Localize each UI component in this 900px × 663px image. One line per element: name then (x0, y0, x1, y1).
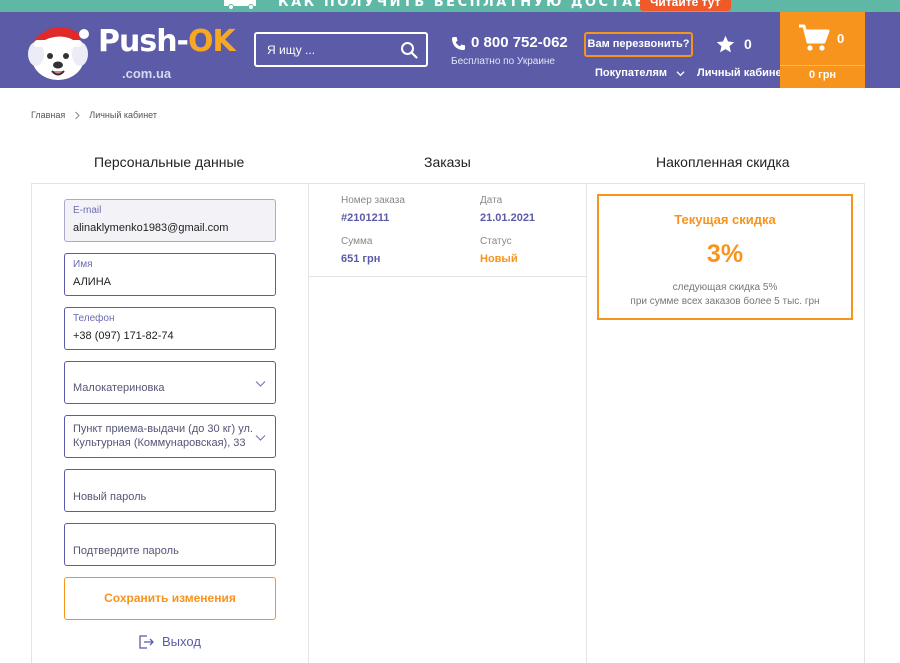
confirm-password-field[interactable]: Подтвердите пароль (64, 523, 276, 566)
chevron-right-icon (74, 111, 80, 120)
favorites-count: 0 (744, 36, 752, 52)
logo-domain: .com.ua (122, 66, 172, 81)
personal-data-title: Персональные данные (94, 154, 245, 170)
email-field[interactable]: E-mail alinaklymenko1983@gmail.com (64, 199, 276, 242)
phone-subtitle: Бесплатно по Украине (451, 56, 555, 67)
name-field[interactable]: Имя АЛИНА (64, 253, 276, 296)
phone-number[interactable]: 0 800 752-062 (471, 34, 568, 51)
discount-condition-text: при сумме всех заказов более 5 тыс. грн (630, 296, 820, 307)
email-label: E-mail (73, 205, 102, 216)
logo[interactable]: Push-OK .com.ua (22, 14, 242, 86)
search-input[interactable] (256, 34, 396, 65)
dog-mascot-icon (28, 26, 89, 80)
cart-icon (799, 24, 830, 51)
chevron-down-icon (255, 381, 266, 387)
delivery-point-select[interactable]: Пункт приема-выдачи (до 30 кг) ул. Культ… (64, 415, 276, 458)
save-changes-button[interactable]: Сохранить изменения (64, 577, 276, 620)
breadcrumb-home[interactable]: Главная (31, 110, 65, 120)
cart-divider (780, 65, 865, 66)
new-password-placeholder: Новый пароль (73, 491, 147, 503)
callback-button[interactable]: Вам перезвонить? (584, 32, 693, 57)
order-divider (309, 276, 586, 277)
order-status: Новый (480, 253, 518, 265)
discount-title: Накопленная скидка (656, 154, 790, 170)
logout-label: Выход (162, 634, 201, 649)
search-box (254, 32, 428, 67)
order-number-label: Номер заказа (341, 195, 405, 206)
site-header: Push-OK .com.ua 0 800 752-062 Бесплатно … (0, 12, 900, 88)
name-value: АЛИНА (73, 276, 111, 288)
column-divider (586, 183, 587, 663)
order-date-label: Дата (480, 195, 503, 206)
truck-icon (224, 0, 256, 10)
confirm-password-placeholder: Подтвердите пароль (73, 545, 179, 557)
cart-count: 0 (837, 31, 845, 46)
delivery-point-value: Пункт приема-выдачи (до 30 кг) ул. Культ… (73, 423, 253, 449)
phone-field[interactable]: Телефон +38 (097) 171-82-74 (64, 307, 276, 350)
phone-value: +38 (097) 171-82-74 (73, 330, 174, 342)
order-sum: 651 грн (341, 253, 381, 265)
discount-card: Текущая скидка 3% следующая скидка 5% пр… (597, 194, 853, 320)
search-icon[interactable] (400, 41, 418, 59)
chevron-down-icon (676, 70, 685, 76)
order-sum-label: Сумма (341, 236, 373, 247)
cabinet-link[interactable]: Личный кабинет (697, 67, 787, 79)
phone-label: Телефон (73, 313, 115, 324)
order-date: 21.01.2021 (480, 212, 536, 224)
promo-bar[interactable]: КАК ПОЛУЧИТЬ БЕСПЛАТНУЮ ДОСТАВКУ? Читайт… (0, 0, 900, 12)
city-select[interactable]: Малокатериновка (64, 361, 276, 404)
order-status-label: Статус (480, 236, 512, 247)
star-icon (716, 35, 735, 53)
new-password-field[interactable]: Новый пароль (64, 469, 276, 512)
cart-total: 0 грн (808, 69, 837, 81)
logo-text: Push-OK (98, 24, 236, 59)
chevron-down-icon (255, 435, 266, 441)
order-number[interactable]: #2101211 (341, 212, 389, 224)
discount-card-title: Текущая скидка (674, 212, 776, 227)
promo-read-button[interactable]: Читайте тут (640, 0, 731, 11)
name-label: Имя (73, 259, 93, 270)
discount-value: 3% (706, 240, 744, 268)
breadcrumb: Главная Личный кабинет (31, 110, 157, 120)
favorites[interactable]: 0 (715, 34, 755, 56)
breadcrumb-current: Личный кабинет (89, 110, 158, 120)
orders-title: Заказы (424, 154, 471, 170)
buyers-label: Покупателям (595, 67, 668, 79)
phone-icon (451, 36, 466, 51)
column-divider (308, 183, 309, 663)
promo-text[interactable]: КАК ПОЛУЧИТЬ БЕСПЛАТНУЮ ДОСТАВКУ? (278, 0, 683, 10)
cart[interactable]: 0 0 грн (780, 12, 865, 88)
logout-icon (139, 635, 154, 649)
city-value: Малокатериновка (73, 382, 165, 394)
buyers-menu[interactable]: Покупателям (595, 67, 685, 79)
next-discount-text: следующая скидка 5% (672, 282, 778, 293)
email-value: alinaklymenko1983@gmail.com (73, 222, 229, 234)
